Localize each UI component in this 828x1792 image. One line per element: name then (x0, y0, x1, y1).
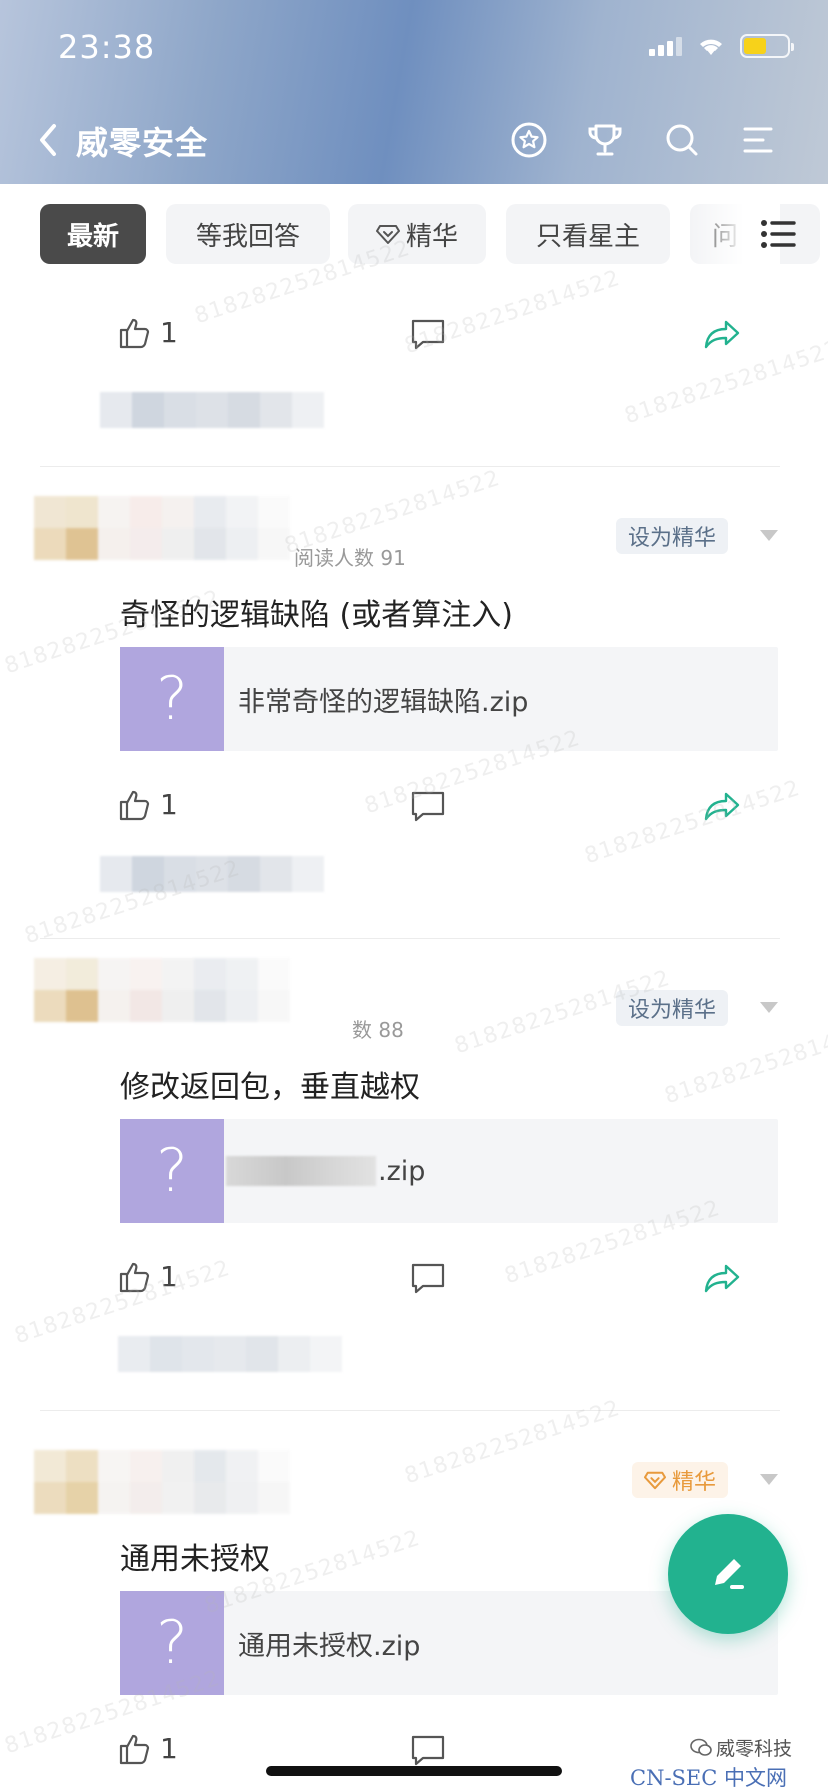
comment-icon[interactable] (410, 790, 446, 824)
blurred-author-info (34, 496, 290, 560)
file-attachment[interactable]: ? 非常奇怪的逻辑缺陷.zip (120, 647, 778, 751)
list-menu-icon[interactable] (760, 218, 796, 250)
diamond-icon (644, 1471, 666, 1490)
like-count: 1 (160, 1732, 178, 1765)
blurred-comment-preview (100, 392, 324, 428)
tab-label: 最新 (66, 221, 119, 252)
trophy-icon (588, 124, 622, 156)
like-button[interactable]: 1 (118, 788, 178, 821)
menu-icon (743, 127, 773, 153)
source-brand-name: 威零科技 (716, 1738, 793, 1760)
wechat-icon (690, 1738, 712, 1756)
status-time: 23:38 (58, 28, 156, 66)
group-title: 威零安全 (76, 124, 209, 162)
read-count: 数 88 (352, 1018, 404, 1042)
post-actions: 1 (118, 316, 748, 356)
blurred-author-info (34, 1450, 290, 1514)
comment-icon[interactable] (410, 1734, 446, 1768)
home-indicator (266, 1766, 562, 1776)
blurred-comment-preview (118, 1336, 342, 1372)
file-attachment[interactable]: ? .zip (120, 1119, 778, 1223)
set-featured-button[interactable]: 设为精华 (616, 518, 729, 554)
menu-button[interactable] (736, 118, 780, 162)
back-arrow-icon[interactable] (36, 120, 60, 160)
post-title[interactable]: 奇怪的逻辑缺陷 (或者算注入) (120, 590, 513, 634)
share-icon[interactable] (702, 1262, 742, 1296)
thumbs-up-icon (119, 1262, 150, 1292)
post-actions: 1 (118, 1260, 748, 1300)
wifi-icon (700, 39, 722, 55)
like-count: 1 (160, 1260, 178, 1293)
watermark-text: 818282252814522 (661, 1015, 828, 1110)
filter-tabs: 最新 等我回答 精华 只看星主 问 (0, 204, 828, 264)
featured-label: 精华 (672, 1470, 717, 1495)
share-icon[interactable] (702, 318, 742, 352)
like-count: 1 (160, 788, 178, 821)
diamond-icon (375, 225, 400, 244)
attachment-name: .zip (378, 1155, 426, 1187)
search-icon (666, 124, 698, 156)
thumbs-up-icon (119, 318, 150, 348)
search-button[interactable] (660, 118, 704, 162)
blurred-author-info (34, 958, 290, 1022)
attachment-name: 通用未授权.zip (238, 1630, 421, 1662)
unknown-file-icon: ? (120, 1591, 224, 1695)
star-circle-icon (511, 122, 547, 158)
redacted-filename (226, 1156, 376, 1186)
tab-label: 精华 (405, 221, 458, 252)
post-divider (40, 466, 780, 467)
thumbs-up-icon (119, 1734, 150, 1764)
like-count: 1 (160, 316, 178, 349)
post-more-caret-icon[interactable] (760, 530, 778, 541)
share-icon[interactable] (702, 790, 742, 824)
tab-featured[interactable]: 精华 (348, 204, 486, 264)
post-title[interactable]: 修改返回包，垂直越权 (120, 1062, 420, 1106)
attachment-name: 非常奇怪的逻辑缺陷.zip (238, 686, 529, 718)
thumbs-up-icon (119, 790, 150, 820)
favorite-button[interactable] (507, 118, 551, 162)
comment-icon[interactable] (410, 318, 446, 352)
comment-icon[interactable] (410, 1262, 446, 1296)
read-count: 阅读人数 91 (294, 546, 406, 570)
compose-button[interactable] (668, 1514, 788, 1634)
post-title[interactable]: 通用未授权 (120, 1534, 270, 1578)
tab-label: 等我回答 (195, 221, 300, 252)
source-brand: 威零科技 (690, 1734, 792, 1761)
blurred-comment-preview (100, 856, 324, 892)
post-more-caret-icon[interactable] (760, 1474, 778, 1485)
status-icons (649, 34, 794, 58)
post-more-caret-icon[interactable] (760, 1002, 778, 1013)
like-button[interactable]: 1 (118, 1732, 178, 1765)
tab-latest[interactable]: 最新 (40, 204, 146, 264)
tab-awaiting-answer[interactable]: 等我回答 (166, 204, 330, 264)
featured-badge: 精华 (632, 1462, 729, 1498)
like-button[interactable]: 1 (118, 316, 178, 349)
unknown-file-icon: ? (120, 647, 224, 751)
source-site: CN-SEC 中文网 (630, 1766, 787, 1790)
post-divider (40, 938, 780, 939)
tab-owner-only[interactable]: 只看星主 (506, 204, 670, 264)
tab-label: 只看星主 (535, 221, 640, 252)
cellular-signal-icon (649, 36, 682, 56)
pencil-icon (715, 1559, 744, 1589)
set-featured-button[interactable]: 设为精华 (616, 990, 729, 1026)
like-button[interactable]: 1 (118, 1260, 178, 1293)
battery-icon (740, 34, 794, 58)
attachment-name-row: .zip (226, 1119, 425, 1223)
app-header: 23:38 威零安全 (0, 0, 828, 184)
unknown-file-icon: ? (120, 1119, 224, 1223)
ranking-button[interactable] (583, 118, 627, 162)
post-actions: 1 (118, 788, 748, 828)
post-divider (40, 1410, 780, 1411)
